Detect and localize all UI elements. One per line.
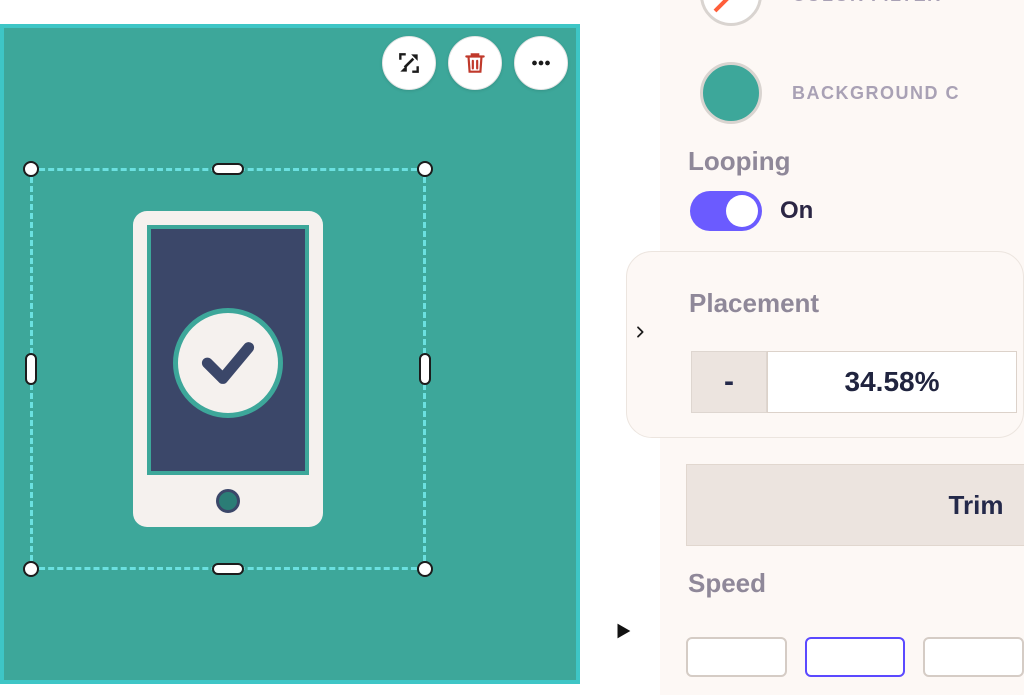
selected-clip-graphic <box>133 211 323 527</box>
replace-icon <box>396 50 422 76</box>
checkmark-icon <box>197 332 259 394</box>
speed-option-3[interactable] <box>923 637 1024 677</box>
placement-value-input[interactable] <box>767 351 1017 413</box>
panel-drawer-handle[interactable] <box>625 314 655 350</box>
placement-section-label: Placement <box>627 266 1023 333</box>
properties-panel: COLOR FILTER BACKGROUND C Looping On Pla… <box>660 0 1024 695</box>
background-color-swatch[interactable] <box>700 62 762 124</box>
looping-toggle[interactable] <box>690 191 762 231</box>
resize-handle-sw[interactable] <box>23 561 39 577</box>
trim-button[interactable]: Trim <box>686 464 1024 546</box>
speed-option-2[interactable] <box>805 637 906 677</box>
delete-button[interactable] <box>448 36 502 90</box>
chevron-right-icon <box>632 324 648 340</box>
more-horizontal-icon <box>528 50 554 76</box>
timeline-play-marker <box>612 620 634 647</box>
speed-option-1[interactable] <box>686 637 787 677</box>
color-filter-swatch[interactable] <box>700 0 762 26</box>
speed-section-label: Speed <box>660 546 1024 613</box>
placement-decrement-button[interactable]: - <box>691 351 767 413</box>
canvas-action-buttons <box>382 36 568 90</box>
check-badge <box>173 308 283 418</box>
looping-state-label: On <box>780 197 813 225</box>
trim-button-label: Trim <box>949 490 1004 521</box>
replace-button[interactable] <box>382 36 436 90</box>
canvas-stage <box>0 24 580 684</box>
more-options-button[interactable] <box>514 36 568 90</box>
resize-handle-s[interactable] <box>212 563 244 575</box>
looping-section-label: Looping <box>660 124 1024 191</box>
phone-home-button-icon <box>216 489 240 513</box>
background-color-row: BACKGROUND C <box>660 62 1024 124</box>
selection-bounding-box[interactable] <box>30 168 426 570</box>
no-color-icon <box>703 0 759 23</box>
resize-handle-ne[interactable] <box>417 161 433 177</box>
background-color-label: BACKGROUND C <box>792 83 960 104</box>
speed-options <box>686 637 1024 677</box>
trash-icon <box>462 50 488 76</box>
resize-handle-w[interactable] <box>25 353 37 385</box>
resize-handle-e[interactable] <box>419 353 431 385</box>
resize-handle-se[interactable] <box>417 561 433 577</box>
placement-card: Placement - <box>626 251 1024 438</box>
toggle-knob <box>726 195 758 227</box>
minus-icon: - <box>724 365 734 399</box>
color-filter-label: COLOR FILTER <box>792 0 942 6</box>
color-filter-row: COLOR FILTER <box>660 0 1024 26</box>
resize-handle-n[interactable] <box>212 163 244 175</box>
play-icon <box>612 620 634 642</box>
resize-handle-nw[interactable] <box>23 161 39 177</box>
